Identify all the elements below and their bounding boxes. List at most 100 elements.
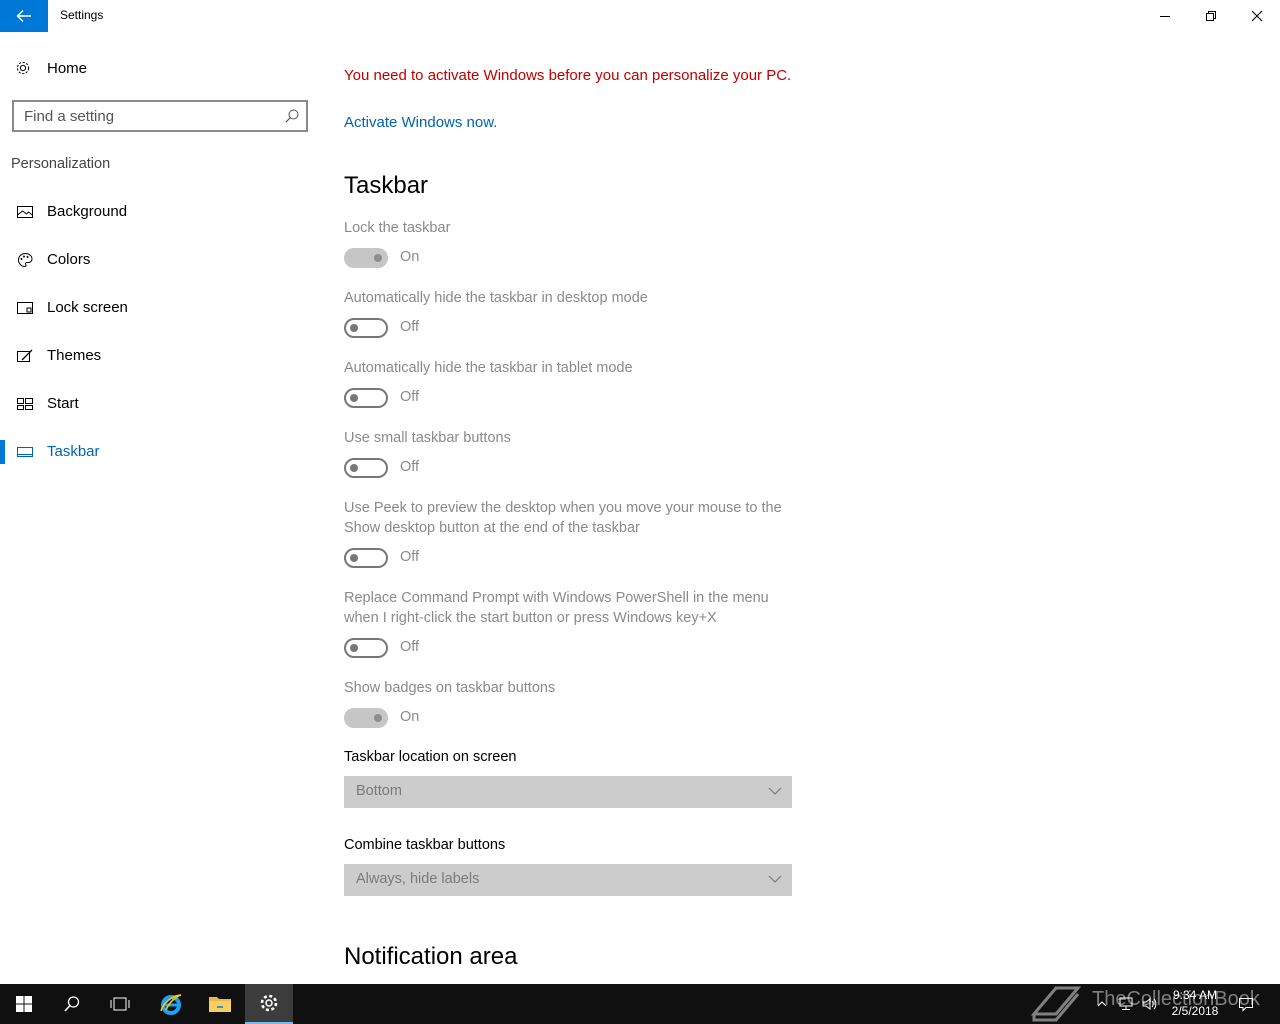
taskbar-location-dropdown[interactable]: Bottom xyxy=(344,776,792,808)
clock-date: 2/5/2018 xyxy=(1171,1004,1219,1018)
toggle-knob xyxy=(350,324,358,332)
sidebar-item-background[interactable]: Background xyxy=(0,192,320,232)
badges-toggle[interactable] xyxy=(344,708,388,728)
toggle-knob xyxy=(350,644,358,652)
taskbar-search-button[interactable] xyxy=(48,984,96,1024)
close-button[interactable] xyxy=(1234,0,1280,32)
palette-icon xyxy=(18,252,33,268)
settings-taskbar-button[interactable] xyxy=(245,984,293,1024)
book-icon xyxy=(1030,986,1082,1022)
setting-label: Lock the taskbar xyxy=(344,220,451,236)
sidebar-item-label: Background xyxy=(47,203,128,220)
minimize-icon xyxy=(1160,16,1170,17)
task-view-icon xyxy=(110,997,130,1011)
toggle-state: On xyxy=(400,709,420,725)
tray-overflow-button[interactable] xyxy=(1090,984,1114,1024)
search-box[interactable] xyxy=(12,100,308,132)
title-bar: Settings xyxy=(0,0,1280,32)
toggle-knob xyxy=(350,464,358,472)
restore-button[interactable] xyxy=(1188,0,1234,32)
section-heading: Personalization xyxy=(11,156,111,172)
lock-screen-icon xyxy=(17,302,33,314)
clock-time: 9:34 AM xyxy=(1172,988,1218,1002)
gear-icon xyxy=(16,61,30,75)
notification-area-heading: Notification area xyxy=(344,943,518,970)
network-icon xyxy=(1119,997,1133,1010)
sidebar-item-colors[interactable]: Colors xyxy=(0,240,320,280)
autohide-tablet-toggle[interactable] xyxy=(344,388,388,408)
home-nav-item[interactable]: Home xyxy=(0,52,320,84)
task-view-button[interactable] xyxy=(96,984,144,1024)
toggle-state: Off xyxy=(400,459,420,475)
active-indicator xyxy=(0,440,5,464)
sidebar: Home Personalization Background Colors L… xyxy=(0,32,320,984)
lock-taskbar-toggle[interactable] xyxy=(344,248,388,268)
sidebar-item-label: Themes xyxy=(47,347,102,364)
sidebar-item-label: Taskbar xyxy=(47,443,100,460)
setting-label: Replace Command Prompt with Windows Powe… xyxy=(344,590,769,626)
windows-logo-icon xyxy=(16,996,32,1012)
combine-buttons-dropdown[interactable]: Always, hide labels xyxy=(344,864,792,896)
window-title: Settings xyxy=(60,8,104,22)
gear-icon xyxy=(260,994,278,1012)
clock[interactable]: 9:34 AM 2/5/2018 xyxy=(1158,987,1232,1019)
minimize-button[interactable] xyxy=(1142,0,1188,32)
search-icon[interactable] xyxy=(284,108,300,124)
image-icon xyxy=(17,206,33,218)
setting-label: Show badges on taskbar buttons xyxy=(344,680,556,696)
back-arrow-icon xyxy=(16,10,31,22)
taskbar-icon xyxy=(17,447,33,457)
search-input[interactable] xyxy=(24,107,274,125)
powershell-toggle[interactable] xyxy=(344,638,388,658)
close-icon xyxy=(1251,10,1263,22)
sidebar-item-themes[interactable]: Themes xyxy=(0,336,320,376)
settings-window: Settings Home Personalization Background… xyxy=(0,0,1280,984)
toggle-knob xyxy=(350,394,358,402)
toggle-state: Off xyxy=(400,549,420,565)
main-content: You need to activate Windows before you … xyxy=(344,32,1244,984)
sidebar-item-label: Lock screen xyxy=(47,299,128,316)
peek-toggle[interactable] xyxy=(344,548,388,568)
activation-warning: You need to activate Windows before you … xyxy=(344,67,792,84)
setting-label: Automatically hide the taskbar in deskto… xyxy=(344,290,648,306)
setting-label: Use small taskbar buttons xyxy=(344,430,511,446)
file-explorer-button[interactable] xyxy=(196,984,244,1024)
internet-explorer-button[interactable] xyxy=(147,984,195,1024)
internet-explorer-icon xyxy=(160,994,182,1015)
activate-windows-link[interactable]: Activate Windows now. xyxy=(344,114,497,131)
autohide-desktop-toggle[interactable] xyxy=(344,318,388,338)
search-icon xyxy=(64,996,80,1012)
sidebar-item-label: Colors xyxy=(47,251,91,268)
brush-icon xyxy=(17,349,33,362)
back-button[interactable] xyxy=(0,0,48,32)
small-buttons-toggle[interactable] xyxy=(344,458,388,478)
home-label: Home xyxy=(47,60,88,77)
action-center-button[interactable] xyxy=(1234,984,1258,1024)
notification-icon xyxy=(1239,998,1253,1012)
chevron-down-icon xyxy=(768,875,782,883)
chevron-up-icon xyxy=(1097,1001,1107,1007)
toggle-knob xyxy=(374,254,382,262)
windows-taskbar: TheCollectionBook 9:34 AM 2/5/2018 xyxy=(0,984,1280,1024)
start-tiles-icon xyxy=(17,398,33,410)
sidebar-item-start[interactable]: Start xyxy=(0,384,320,424)
chevron-down-icon xyxy=(768,787,782,795)
sidebar-item-lock-screen[interactable]: Lock screen xyxy=(0,288,320,328)
network-button[interactable] xyxy=(1114,984,1138,1024)
toggle-state: Off xyxy=(400,389,420,405)
toggle-knob xyxy=(350,554,358,562)
setting-label: Use Peek to preview the desktop when you… xyxy=(344,500,782,536)
setting-label: Automatically hide the taskbar in tablet… xyxy=(344,360,633,376)
location-label: Taskbar location on screen xyxy=(344,749,517,765)
dropdown-value: Always, hide labels xyxy=(356,871,480,887)
start-button[interactable] xyxy=(0,984,48,1024)
toggle-state: Off xyxy=(400,639,420,655)
restore-icon xyxy=(1206,11,1216,21)
sidebar-item-label: Start xyxy=(47,395,79,412)
sidebar-item-taskbar[interactable]: Taskbar xyxy=(0,432,320,472)
toggle-knob xyxy=(374,714,382,722)
volume-icon xyxy=(1142,998,1157,1010)
toggle-state: On xyxy=(400,249,420,265)
page-title: Taskbar xyxy=(344,172,429,199)
folder-icon xyxy=(209,997,231,1012)
